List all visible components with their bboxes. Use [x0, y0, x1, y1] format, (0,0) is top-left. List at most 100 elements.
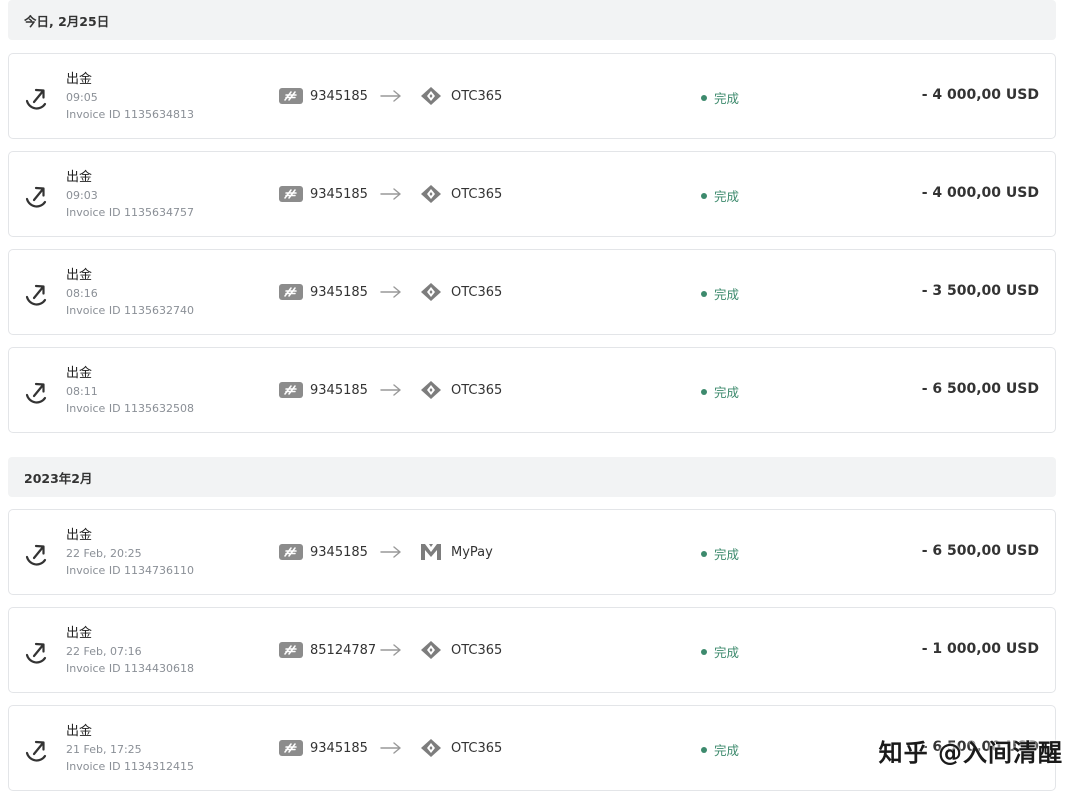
transaction-time: 09:05 [66, 91, 98, 104]
status-badge: 完成 [701, 642, 739, 661]
from-account: 9345185 [310, 544, 368, 560]
invoice-id: Invoice ID 1135632508 [66, 402, 195, 415]
mypay-icon [419, 541, 443, 563]
status-label: 完成 [714, 189, 740, 204]
transaction-row[interactable]: 出金 09:05 Invoice ID 1135634813 9345185 O… [8, 53, 1056, 139]
destination-name: OTC365 [451, 186, 503, 202]
status-label: 完成 [714, 91, 740, 106]
transaction-type: 出金 [66, 366, 93, 381]
from-account: 9345185 [310, 284, 368, 300]
transaction-amount: - 6 500,00 USD [921, 543, 1039, 559]
transaction-type: 出金 [66, 268, 93, 283]
status-dot-icon [701, 290, 707, 297]
transaction-type: 出金 [66, 170, 93, 185]
from-account: 9345185 [310, 186, 368, 202]
status-label: 完成 [714, 743, 740, 758]
account-card-icon [279, 186, 303, 202]
otc365-icon [419, 737, 443, 759]
transaction-type: 出金 [66, 724, 93, 739]
account-card-icon [279, 382, 303, 398]
status-dot-icon [701, 648, 707, 655]
invoice-id: Invoice ID 1135634813 [66, 108, 195, 121]
transaction-row[interactable]: 出金 08:11 Invoice ID 1135632508 9345185 O… [8, 347, 1056, 433]
transaction-info: 出金 22 Feb, 20:25 Invoice ID 1134736110 [66, 527, 194, 579]
status-label: 完成 [714, 385, 740, 400]
account-card-icon [279, 88, 303, 104]
transaction-time: 22 Feb, 07:16 [66, 645, 142, 658]
account-card-icon [279, 284, 303, 300]
otc365-icon [419, 379, 443, 401]
arrow-right-icon [380, 90, 401, 102]
transaction-route: 9345185 MyPay [279, 541, 493, 563]
status-badge: 完成 [701, 88, 739, 107]
withdraw-arrow-icon [25, 284, 47, 306]
destination-name: OTC365 [451, 740, 503, 756]
from-account: 9345185 [310, 382, 368, 398]
destination-name: OTC365 [451, 284, 503, 300]
transaction-route: 85124787 OTC365 [279, 639, 502, 661]
transaction-amount: - 4 000,00 USD [921, 185, 1039, 201]
otc365-icon [419, 639, 443, 661]
from-account: 85124787 [310, 642, 377, 658]
status-dot-icon [701, 550, 707, 557]
withdraw-arrow-icon [25, 642, 47, 664]
destination-name: OTC365 [451, 88, 503, 104]
withdraw-arrow-icon [25, 186, 47, 208]
arrow-right-icon [380, 188, 401, 200]
transaction-route: 9345185 OTC365 [279, 183, 502, 205]
transaction-info: 出金 08:11 Invoice ID 1135632508 [66, 365, 194, 417]
transaction-info: 出金 09:05 Invoice ID 1135634813 [66, 71, 194, 123]
transaction-type: 出金 [66, 72, 93, 87]
transaction-amount: - 6 500,00 USD [921, 381, 1039, 397]
invoice-id: Invoice ID 1134430618 [66, 662, 195, 675]
transaction-route: 9345185 OTC365 [279, 379, 502, 401]
transaction-row[interactable]: 出金 08:16 Invoice ID 1135632740 9345185 O… [8, 249, 1056, 335]
account-card-icon [279, 544, 303, 560]
arrow-right-icon [380, 384, 401, 396]
transaction-time: 08:16 [66, 287, 98, 300]
withdraw-arrow-icon [25, 88, 47, 110]
transaction-route: 9345185 OTC365 [279, 281, 502, 303]
status-dot-icon [701, 94, 707, 101]
destination-name: OTC365 [451, 642, 503, 658]
status-badge: 完成 [701, 186, 739, 205]
otc365-icon [419, 85, 443, 107]
otc365-icon [419, 183, 443, 205]
transaction-info: 出金 09:03 Invoice ID 1135634757 [66, 169, 194, 221]
status-dot-icon [701, 388, 707, 395]
from-account: 9345185 [310, 740, 368, 756]
from-account: 9345185 [310, 88, 368, 104]
transaction-row[interactable]: 出金 22 Feb, 20:25 Invoice ID 1134736110 9… [8, 509, 1056, 595]
status-badge: 完成 [701, 284, 739, 303]
transaction-info: 出金 22 Feb, 07:16 Invoice ID 1134430618 [66, 625, 194, 677]
section-header-today: 今日, 2月25日 [8, 0, 1056, 40]
withdraw-arrow-icon [25, 382, 47, 404]
destination-name: OTC365 [451, 382, 503, 398]
transaction-time: 09:03 [66, 189, 98, 202]
transaction-route: 9345185 OTC365 [279, 737, 502, 759]
status-label: 完成 [714, 547, 740, 562]
withdraw-arrow-icon [25, 544, 47, 566]
arrow-right-icon [380, 546, 401, 558]
watermark-text: 知乎 @入间清醒 [878, 739, 1063, 767]
transaction-route: 9345185 OTC365 [279, 85, 502, 107]
status-badge: 完成 [701, 382, 739, 401]
transaction-row[interactable]: 出金 09:03 Invoice ID 1135634757 9345185 O… [8, 151, 1056, 237]
transaction-row[interactable]: 出金 22 Feb, 07:16 Invoice ID 1134430618 8… [8, 607, 1056, 693]
status-dot-icon [701, 192, 707, 199]
transaction-amount: - 1 000,00 USD [921, 641, 1039, 657]
transaction-time: 22 Feb, 20:25 [66, 547, 142, 560]
arrow-right-icon [380, 742, 401, 754]
transaction-info: 出金 08:16 Invoice ID 1135632740 [66, 267, 194, 319]
transaction-type: 出金 [66, 626, 93, 641]
transaction-time: 08:11 [66, 385, 98, 398]
watermark: 知乎 @入间清醒 [879, 733, 1063, 768]
status-badge: 完成 [701, 740, 739, 759]
transaction-time: 21 Feb, 17:25 [66, 743, 142, 756]
otc365-icon [419, 281, 443, 303]
section-header-month: 2023年2月 [8, 457, 1056, 497]
transaction-amount: - 3 500,00 USD [921, 283, 1039, 299]
account-card-icon [279, 642, 303, 658]
status-label: 完成 [714, 287, 740, 302]
status-dot-icon [701, 746, 707, 753]
